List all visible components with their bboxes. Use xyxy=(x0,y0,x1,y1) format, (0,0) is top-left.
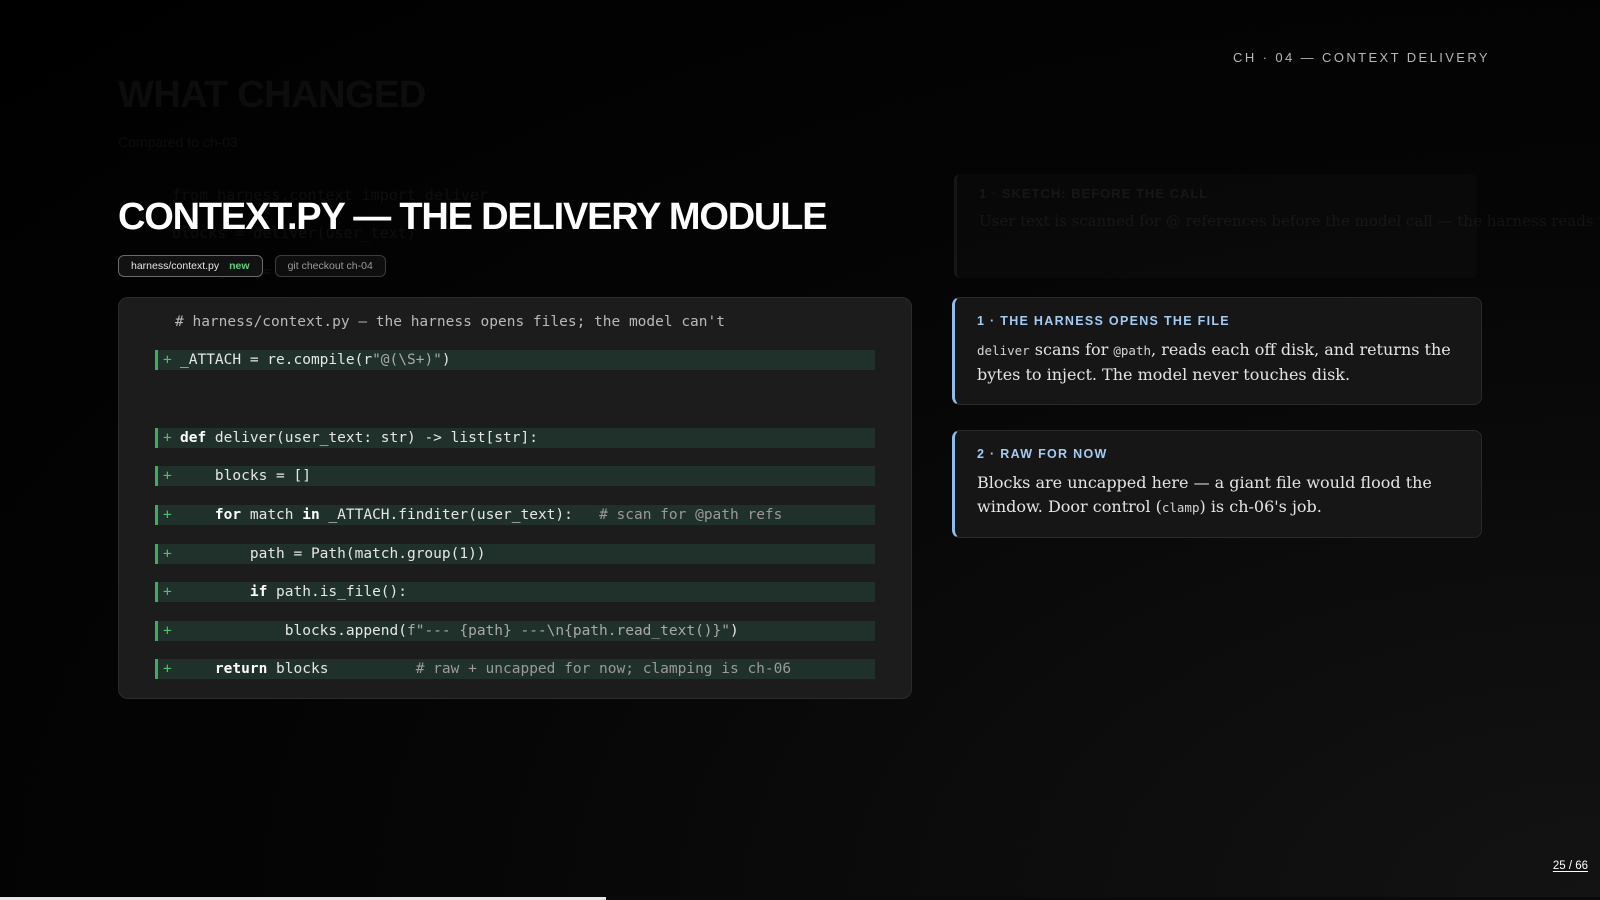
chapter-label: CH · 04 — CONTEXT DELIVERY xyxy=(1233,50,1490,65)
diff-added-marker: + xyxy=(163,661,172,677)
code-token: blocks xyxy=(267,661,416,677)
card-text: scans for xyxy=(1029,340,1114,359)
diff-added-marker: + xyxy=(163,430,172,446)
card-text: ) is ch-06's job. xyxy=(1199,497,1322,516)
inline-code: clamp xyxy=(1161,500,1200,515)
git-checkout-chip[interactable]: git checkout ch-04 xyxy=(274,255,386,277)
code-token: match xyxy=(241,507,303,523)
ghost-subtitle: Compared to ch-03 xyxy=(118,134,238,150)
code-token: _ATTACH.finditer(user_text): xyxy=(319,507,600,523)
file-chip-label: harness/context.py xyxy=(131,260,220,272)
code-token: path = Path(match.group(1)) xyxy=(180,546,486,562)
card-body: Blocks are uncapped here — a giant file … xyxy=(977,471,1459,520)
code-text: def deliver(user_text: str) -> list[str]… xyxy=(180,430,538,446)
code-text: return blocks # raw + uncapped for now; … xyxy=(180,661,791,677)
ghost-card-body: User text is scanned for @ references be… xyxy=(979,212,1600,230)
diff-added-marker: + xyxy=(163,352,172,368)
file-chip[interactable]: harness/context.py new xyxy=(118,255,263,277)
diff-added-marker: + xyxy=(163,584,172,600)
code-text: path = Path(match.group(1)) xyxy=(180,546,486,562)
ghost-card-title: 1 · SKETCH: BEFORE THE CALL xyxy=(979,186,1209,201)
diff-added-marker: + xyxy=(163,623,172,639)
note-card-harness: 1 · THE HARNESS OPENS THE FILE deliver s… xyxy=(952,297,1482,405)
diff-added-marker: + xyxy=(163,468,172,484)
code-keyword: return xyxy=(214,661,268,677)
code-text: blocks.append(f"--- {path} ---\n{path.re… xyxy=(180,623,739,639)
inline-code: @path xyxy=(1113,343,1152,358)
code-line: + if path.is_file(): xyxy=(155,582,875,602)
code-panel: # harness/context.py — the harness opens… xyxy=(118,297,912,699)
code-line: + for match in _ATTACH.finditer(user_tex… xyxy=(155,505,875,525)
git-checkout-label: git checkout ch-04 xyxy=(287,260,373,272)
code-line: + path = Path(match.group(1)) xyxy=(155,544,875,564)
code-keyword: in xyxy=(302,507,320,523)
code-text: for match in _ATTACH.finditer(user_text)… xyxy=(180,507,782,523)
card-body: deliver scans for @path, reads each off … xyxy=(977,338,1459,387)
code-token: blocks.append( xyxy=(180,623,407,639)
code-text: if path.is_file(): xyxy=(180,584,407,600)
code-token: ) xyxy=(730,623,739,639)
inline-code: deliver xyxy=(977,343,1030,358)
chip-row: harness/context.py new git checkout ch-0… xyxy=(118,255,386,277)
code-line: + _ATTACH = re.compile(r"@(\S+)") xyxy=(155,350,875,370)
diff-added-marker: + xyxy=(163,507,172,523)
card-label: 2 · RAW FOR NOW xyxy=(977,447,1108,461)
code-line: + blocks.append(f"--- {path} ---\n{path.… xyxy=(155,621,875,641)
code-line: + blocks = [] xyxy=(155,466,875,486)
new-badge: new xyxy=(229,260,250,272)
code-comment: # raw + uncapped for now; clamping is ch… xyxy=(415,661,792,677)
code-keyword: for xyxy=(214,507,242,523)
code-token: blocks = [] xyxy=(180,468,311,484)
code-text: blocks = [] xyxy=(180,468,311,484)
code-text: _ATTACH = re.compile(r"@(\S+)") xyxy=(180,352,451,368)
code-keyword: def xyxy=(180,430,207,446)
code-header-comment: # harness/context.py — the harness opens… xyxy=(175,314,725,330)
code-token: deliver(user_text: str) -> list[str]: xyxy=(206,430,538,446)
ghost-card: 1 · SKETCH: BEFORE THE CALL User text is… xyxy=(954,174,1600,278)
page-counter[interactable]: 25 / 66 xyxy=(1553,860,1588,872)
code-token: path.is_file(): xyxy=(267,584,407,600)
diff-added-marker: + xyxy=(163,546,172,562)
code-token: _ATTACH = re.compile(r xyxy=(180,352,373,368)
code-token: ) xyxy=(441,352,451,368)
card-label: 1 · THE HARNESS OPENS THE FILE xyxy=(977,314,1230,328)
slide-title: CONTEXT.PY — THE DELIVERY MODULE xyxy=(118,196,828,238)
code-string: "@(\S+)" xyxy=(372,352,442,368)
code-line: + return blocks # raw + uncapped for now… xyxy=(155,659,875,679)
code-comment: # scan for @path refs xyxy=(599,507,783,523)
code-keyword: if xyxy=(249,584,268,600)
code-line: + def deliver(user_text: str) -> list[str… xyxy=(155,428,875,448)
code-string: f"--- {path} ---\n{path.read_text()}" xyxy=(406,623,730,639)
note-card-raw: 2 · RAW FOR NOW Blocks are uncapped here… xyxy=(952,430,1482,538)
ghost-heading: WHAT CHANGED xyxy=(118,74,426,117)
